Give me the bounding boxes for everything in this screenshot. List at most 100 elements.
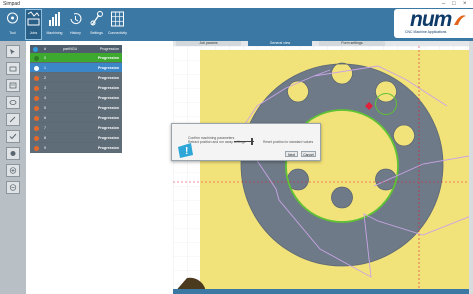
table-row[interactable]: 0 Progression bbox=[30, 53, 122, 63]
maximize-icon[interactable]: □ bbox=[452, 0, 456, 8]
open-icon bbox=[9, 66, 17, 72]
vertical-scrollbar[interactable] bbox=[469, 41, 473, 294]
table-row[interactable]: 4 Progression bbox=[30, 93, 122, 103]
table-row[interactable]: 8 Progression bbox=[30, 133, 122, 143]
remove-icon bbox=[9, 184, 17, 191]
row-status-icon bbox=[34, 115, 39, 121]
row-status-icon bbox=[34, 125, 39, 131]
logo-text: num bbox=[410, 8, 452, 31]
job-table: # partNGU Progression 0 Progression 1 Progr… bbox=[30, 45, 122, 153]
toolbar-button-history[interactable]: History bbox=[67, 9, 84, 40]
row-index: 1 bbox=[44, 66, 46, 70]
status-bar bbox=[173, 289, 469, 294]
row-status: Progression bbox=[98, 56, 119, 60]
view-icon bbox=[9, 100, 17, 105]
logo-swoosh-icon bbox=[454, 15, 466, 25]
minimize-icon[interactable]: – bbox=[442, 0, 445, 8]
remove-button[interactable] bbox=[6, 181, 20, 194]
edit-icon bbox=[9, 116, 16, 123]
row-status: Progression bbox=[98, 126, 119, 130]
check-icon bbox=[9, 133, 17, 140]
toolbar-button-machining[interactable]: Machining bbox=[46, 9, 63, 40]
table-row[interactable]: 1 Progression bbox=[30, 63, 122, 73]
material-button[interactable] bbox=[6, 147, 20, 160]
toolbar-button-tool[interactable]: Tool bbox=[4, 9, 21, 40]
logo-tagline: CNC Machine Applications bbox=[405, 30, 447, 34]
row-status-icon bbox=[34, 55, 39, 61]
ok-button[interactable]: Next bbox=[285, 151, 298, 157]
material-icon bbox=[10, 151, 16, 156]
table-row[interactable]: 2 Progression bbox=[30, 73, 122, 83]
row-status: Progression bbox=[98, 86, 119, 90]
row-status: Progression bbox=[98, 96, 119, 100]
close-icon[interactable]: × bbox=[463, 0, 467, 8]
num-logo: num CNC Machine Applications bbox=[394, 8, 473, 38]
toolbar-label: Jobs bbox=[29, 31, 38, 35]
row-status: Progression bbox=[98, 116, 119, 120]
tool-icon bbox=[7, 12, 18, 24]
table-row[interactable]: 6 Progression bbox=[30, 113, 122, 123]
cancel-button[interactable]: Cancel bbox=[301, 151, 316, 157]
row-status: Progression bbox=[98, 76, 119, 80]
row-status-icon bbox=[34, 135, 39, 141]
row-status-icon bbox=[34, 85, 39, 91]
table-body: 0 Progression 1 Progression 2 Progression 3 Pro… bbox=[30, 53, 122, 153]
toolbar-label: Machining bbox=[46, 31, 63, 35]
column-header-status: Progression bbox=[99, 47, 119, 51]
row-status: Progression bbox=[98, 146, 119, 150]
row-index: 4 bbox=[44, 96, 46, 100]
row-status-icon bbox=[34, 65, 39, 71]
row-index: 2 bbox=[44, 76, 46, 80]
toolbar-button-connectivity[interactable]: Connectivity bbox=[107, 9, 128, 40]
row-index: 5 bbox=[44, 106, 46, 110]
settings-icon bbox=[90, 11, 103, 26]
machining-icon bbox=[49, 12, 60, 26]
left-sidebar bbox=[0, 41, 26, 294]
jobs-icon bbox=[27, 11, 40, 26]
table-row[interactable]: 3 Progression bbox=[30, 83, 122, 93]
connectivity-icon bbox=[111, 11, 124, 27]
toolbar-label: Settings bbox=[90, 31, 103, 35]
program-icon bbox=[9, 82, 17, 89]
row-index: 6 bbox=[44, 116, 46, 120]
row-status: Progression bbox=[98, 106, 119, 110]
slider-thumb[interactable] bbox=[251, 138, 253, 145]
info-icon: ! bbox=[178, 143, 193, 158]
row-status-icon bbox=[34, 75, 39, 81]
title-bar: Simpad – □ × bbox=[0, 0, 473, 8]
table-header: # partNGU Progression bbox=[30, 45, 122, 53]
toolbar-label: Tool bbox=[9, 31, 16, 35]
open-button[interactable] bbox=[6, 62, 20, 75]
row-status: Progression bbox=[98, 66, 119, 70]
add-icon bbox=[9, 167, 17, 174]
toolbar-label: Connectivity bbox=[107, 31, 128, 35]
toolbar-button-settings[interactable]: Settings bbox=[88, 9, 105, 40]
add-button[interactable] bbox=[6, 164, 20, 177]
table-row[interactable]: 7 Progression bbox=[30, 123, 122, 133]
table-row[interactable]: 9 Progression bbox=[30, 143, 122, 153]
column-header-number: # bbox=[44, 47, 46, 51]
program-button[interactable] bbox=[6, 79, 20, 92]
select-all-icon[interactable] bbox=[33, 46, 38, 52]
history-icon bbox=[70, 13, 82, 25]
window-title: Simpad bbox=[3, 1, 20, 7]
toolbar-button-jobs[interactable]: Jobs bbox=[25, 9, 42, 40]
row-status-icon bbox=[34, 145, 39, 151]
svg-text:!: ! bbox=[185, 146, 188, 157]
row-index: 9 bbox=[44, 146, 46, 150]
check-button[interactable] bbox=[6, 130, 20, 143]
pointer-icon bbox=[10, 49, 15, 55]
row-status-icon bbox=[34, 95, 39, 101]
row-status-icon bbox=[34, 105, 39, 111]
row-index: 7 bbox=[44, 126, 46, 130]
pointer-button[interactable] bbox=[6, 45, 20, 58]
row-index: 0 bbox=[44, 56, 46, 60]
edit-button[interactable] bbox=[6, 113, 20, 126]
column-header-name: partNGU bbox=[63, 47, 78, 51]
row-index: 3 bbox=[44, 86, 46, 90]
part-canvas[interactable] bbox=[173, 46, 469, 294]
toolbar-label: History bbox=[70, 31, 81, 35]
row-index: 8 bbox=[44, 136, 46, 140]
table-row[interactable]: 5 Progression bbox=[30, 103, 122, 113]
view-button[interactable] bbox=[6, 96, 20, 109]
